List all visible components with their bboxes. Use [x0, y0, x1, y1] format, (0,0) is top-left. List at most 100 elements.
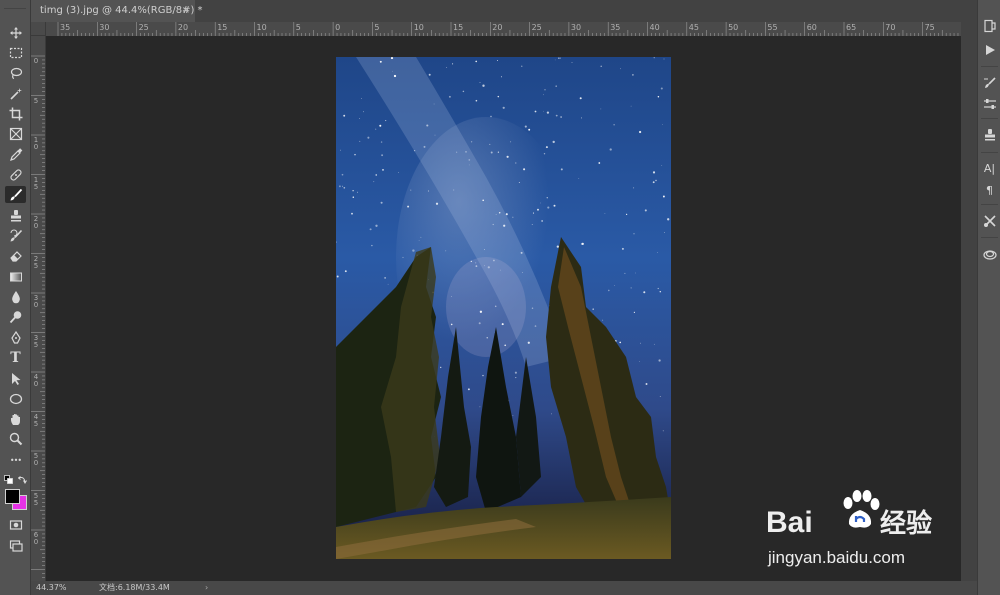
ruler-label: 30	[570, 23, 582, 32]
frame-icon[interactable]	[5, 125, 26, 142]
clone-source-icon[interactable]	[980, 126, 999, 144]
star	[446, 67, 448, 68]
zoom-icon[interactable]	[5, 430, 26, 447]
horizontal-ruler[interactable]: 35 30 25 20 15 10 5 0 5 10 15 20 25 30 35 40 45 50 55 60 65 7…	[46, 22, 961, 37]
document-image[interactable]	[336, 57, 671, 559]
star	[426, 124, 429, 127]
panel-grip[interactable]	[4, 2, 26, 9]
ellipse-icon[interactable]	[5, 390, 26, 407]
move-icon[interactable]	[5, 24, 26, 41]
rectangular-marquee-icon[interactable]	[5, 44, 26, 61]
document-tab-bar: timg (3).jpg @ 44.4%(RGB/8#) * ×	[31, 0, 977, 22]
star	[643, 291, 646, 294]
star	[482, 199, 484, 202]
libraries-icon[interactable]	[980, 245, 999, 263]
star	[604, 213, 606, 214]
zoom-level[interactable]: 44.37%	[36, 581, 67, 595]
star	[532, 212, 535, 214]
default-colors-icon[interactable]	[4, 475, 13, 484]
ruler-label: 10	[256, 23, 267, 32]
lasso-icon[interactable]	[5, 64, 26, 81]
star	[484, 249, 485, 250]
adjustments-icon[interactable]	[980, 95, 999, 113]
star	[352, 190, 354, 192]
star	[479, 82, 481, 83]
brush-icon[interactable]	[5, 186, 26, 203]
type-icon[interactable]: T	[5, 349, 26, 366]
document-tab[interactable]: timg (3).jpg @ 44.4%(RGB/8#) * ×	[31, 0, 203, 22]
play-actions-icon[interactable]	[980, 41, 999, 59]
star	[531, 224, 533, 225]
screen-mode-icon[interactable]	[5, 537, 26, 554]
star	[407, 205, 410, 208]
star	[379, 124, 382, 127]
blur-icon[interactable]	[5, 288, 26, 305]
baidu-paw-logo	[843, 490, 880, 528]
star	[486, 337, 488, 339]
pen-icon[interactable]	[5, 329, 26, 346]
ruler-label: 25	[531, 23, 542, 32]
star	[620, 68, 621, 70]
ruler-label: 55	[33, 491, 39, 507]
ruler-label: 0	[33, 57, 39, 65]
star	[546, 197, 548, 199]
star	[657, 252, 658, 253]
ruler-origin[interactable]	[31, 22, 46, 36]
star	[373, 181, 375, 183]
eraser-icon[interactable]	[5, 247, 26, 264]
canvas-scrollbar[interactable]	[961, 22, 977, 581]
star	[428, 73, 431, 76]
star	[521, 65, 523, 67]
star	[434, 134, 436, 136]
foreground-color-swatch[interactable]	[5, 489, 20, 504]
brush-settings-icon[interactable]	[980, 74, 999, 92]
star	[658, 359, 661, 362]
eyedropper-icon[interactable]	[5, 146, 26, 163]
star	[600, 108, 602, 110]
star	[494, 305, 497, 308]
star	[478, 322, 481, 325]
paragraph-icon[interactable]: ¶	[980, 181, 999, 199]
star	[344, 270, 347, 273]
star	[657, 96, 660, 98]
more-tools-icon[interactable]: •••	[5, 452, 26, 469]
star	[540, 202, 541, 204]
star	[657, 287, 659, 290]
star	[470, 260, 472, 263]
gradient-icon[interactable]	[5, 268, 26, 285]
star	[534, 325, 537, 327]
dodge-icon[interactable]	[5, 308, 26, 325]
healing-brush-icon[interactable]	[5, 166, 26, 183]
ruler-label: 20	[492, 23, 503, 32]
ruler-label: 20	[177, 23, 189, 32]
star	[581, 242, 584, 246]
path-selection-icon[interactable]	[5, 370, 26, 387]
star	[351, 212, 353, 215]
star	[579, 97, 582, 100]
magic-wand-icon[interactable]	[5, 85, 26, 102]
quick-mask-icon[interactable]	[5, 516, 26, 533]
history-brush-icon[interactable]	[5, 227, 26, 244]
star	[380, 201, 383, 204]
star	[479, 406, 481, 408]
star	[379, 60, 382, 63]
swap-colors-icon[interactable]	[18, 475, 27, 484]
star	[497, 60, 498, 62]
close-tab-icon[interactable]: ×	[182, 0, 190, 22]
character-icon[interactable]: A|	[980, 159, 999, 177]
star	[544, 89, 546, 91]
crop-icon[interactable]	[5, 105, 26, 122]
star	[433, 103, 435, 105]
star	[336, 275, 339, 278]
ruler-label: 10	[33, 136, 39, 151]
star	[501, 323, 504, 326]
history-icon[interactable]	[980, 17, 999, 35]
ruler-label: 35	[60, 23, 71, 32]
star	[492, 259, 495, 262]
hand-icon[interactable]	[5, 410, 26, 427]
tools-preset-icon[interactable]	[980, 212, 999, 230]
vertical-ruler[interactable]: 0 5 10 15 20 25 30 35 40 45 50 55 60	[31, 36, 46, 581]
star	[342, 185, 344, 187]
status-menu-arrow-icon[interactable]: ›	[205, 581, 208, 595]
clone-stamp-icon[interactable]	[5, 207, 26, 224]
